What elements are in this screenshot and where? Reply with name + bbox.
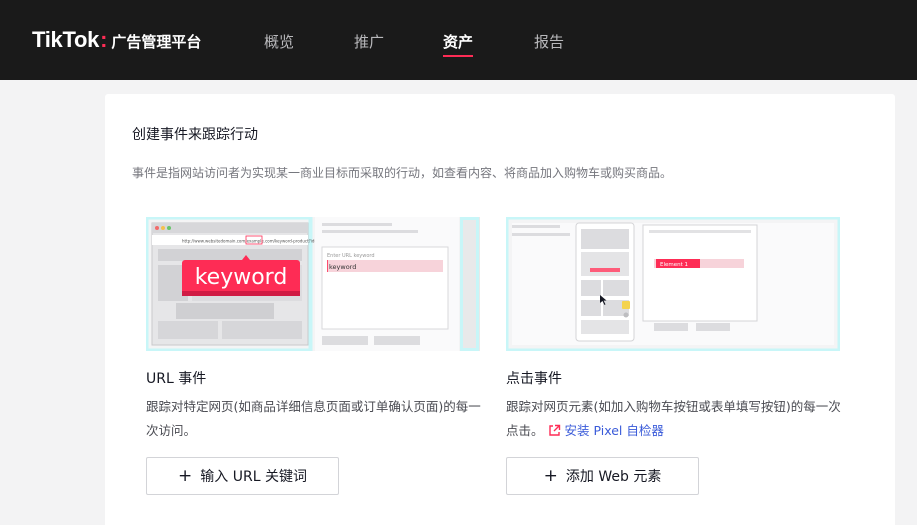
illus-url-text: http://www.websitedomain.com/example.com… [182,239,328,244]
url-event-illustration-graphic: http://www.websitedomain.com/example.com… [146,217,480,351]
top-navigation-bar: TikTok : 广告管理平台 概览 推广 资产 报告 [0,0,917,80]
logo-subtitle: 广告管理平台 [111,33,202,51]
illus-input-value: keyword [329,263,356,271]
enter-url-keyword-label: 输入 URL 关键词 [200,469,307,485]
logo-colon: : [100,27,108,52]
nav-item-assets[interactable]: 资产 [443,31,474,57]
active-tab-underline [443,55,474,57]
page-description: 事件是指网站访问者为实现某一商业目标而采取的行动，如查看内容、将商品加入购物车或… [132,166,673,180]
install-pixel-helper-link[interactable]: 安装 Pixel 自检器 [548,423,664,438]
illus-element-tag: Element 1 [660,262,688,268]
tiktok-ads-logo[interactable]: TikTok : 广告管理平台 [32,27,201,53]
enter-url-keyword-button[interactable]: + 输入 URL 关键词 [146,457,339,495]
click-event-title: 点击事件 [506,371,562,387]
logo-brand-text: TikTok [32,27,100,52]
add-web-element-label: 添加 Web 元素 [565,469,662,485]
url-event-title: URL 事件 [146,371,207,387]
plus-icon: + [543,465,558,486]
click-event-description: 跟踪对网页元素(如加入购物车按钮或表单填写按钮)的每一次点击。 安装 Pixel… [506,395,851,443]
nav-item-assets-label: 资产 [443,33,474,51]
nav-item-campaign[interactable]: 推广 [354,31,384,52]
url-event-description: 跟踪对特定网页(如商品详细信息页面或订单确认页面)的每一次访问。 [146,399,481,438]
illus-input-placeholder: Enter URL keyword [327,253,375,259]
illus-keyword-badge: keyword [195,265,288,290]
click-event-illustration: Element 1 [506,217,840,351]
click-event-illustration-graphic: Element 1 [506,217,840,351]
external-link-icon [548,424,560,436]
add-web-element-button[interactable]: + 添加 Web 元素 [506,457,699,495]
nav-item-overview[interactable]: 概览 [264,31,294,52]
url-event-illustration: http://www.websitedomain.com/example.com… [146,217,480,351]
create-event-card: 创建事件来跟踪行动 事件是指网站访问者为实现某一商业目标而采取的行动，如查看内容… [105,94,895,525]
nav-item-reports[interactable]: 报告 [534,31,564,52]
page-title: 创建事件来跟踪行动 [132,127,258,143]
plus-icon: + [178,465,193,486]
install-pixel-helper-label: 安装 Pixel 自检器 [564,423,664,438]
